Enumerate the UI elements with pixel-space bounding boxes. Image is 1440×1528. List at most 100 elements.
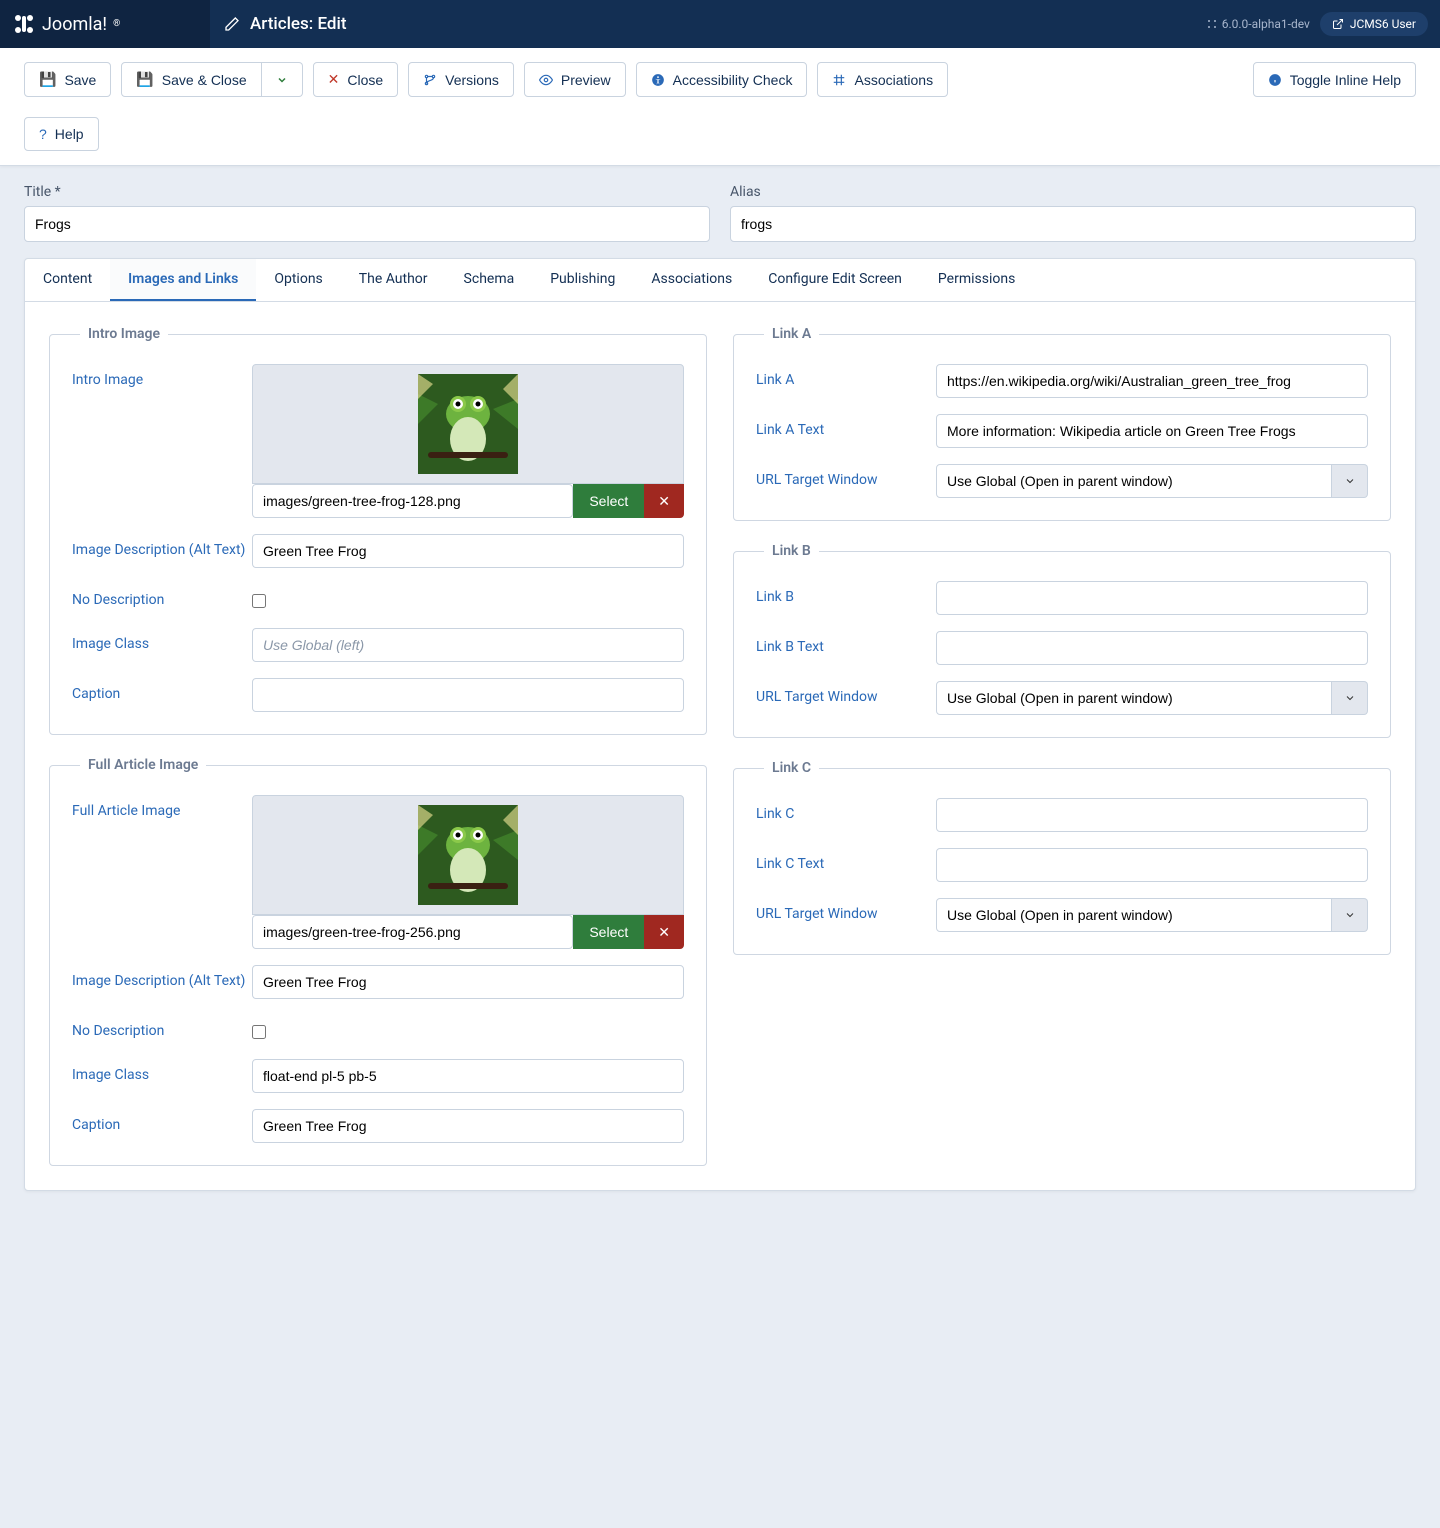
joomla-icon <box>12 12 36 36</box>
tab-permissions[interactable]: Permissions <box>920 259 1033 301</box>
intro-image-select[interactable]: Select <box>573 484 644 518</box>
link-a-target-select[interactable]: Use Global (Open in parent window) <box>936 464 1332 498</box>
tab-options[interactable]: Options <box>256 259 340 301</box>
title-input[interactable] <box>24 206 710 242</box>
chevron-down-icon <box>1332 464 1368 498</box>
link-a-url-input[interactable] <box>936 364 1368 398</box>
alias-label: Alias <box>730 184 1416 200</box>
link-a-text-input[interactable] <box>936 414 1368 448</box>
tab-configure[interactable]: Configure Edit Screen <box>750 259 920 301</box>
link-b-url-label: Link B <box>756 581 936 605</box>
title-label: Title * <box>24 184 710 200</box>
full-alt-label: Image Description (Alt Text) <box>72 965 252 989</box>
eye-icon <box>539 73 553 87</box>
full-caption-input[interactable] <box>252 1109 684 1143</box>
link-c-legend: Link C <box>764 760 819 776</box>
link-b-legend: Link B <box>764 543 819 559</box>
link-a-url-label: Link A <box>756 364 936 388</box>
close-icon: ✕ <box>328 71 340 88</box>
tab-publishing[interactable]: Publishing <box>532 259 633 301</box>
accessibility-button[interactable]: Accessibility Check <box>636 62 808 97</box>
save-dropdown[interactable] <box>262 62 303 97</box>
user-menu[interactable]: JCMS6 User <box>1320 12 1428 36</box>
edit-icon <box>224 16 240 32</box>
versions-button[interactable]: Versions <box>408 62 514 97</box>
title-row: Title * Alias <box>0 166 1440 250</box>
full-image-label: Full Article Image <box>72 795 252 819</box>
link-c-url-input[interactable] <box>936 798 1368 832</box>
intro-image-preview <box>252 364 684 484</box>
info-icon <box>1268 73 1282 87</box>
full-image-select[interactable]: Select <box>573 915 644 949</box>
link-c-text-input[interactable] <box>936 848 1368 882</box>
tabs: Content Images and Links Options The Aut… <box>25 259 1415 302</box>
link-a-fieldset: Link A Link A Link A Text URL Target Win… <box>733 326 1391 521</box>
associations-icon <box>832 73 846 87</box>
link-a-legend: Link A <box>764 326 819 342</box>
associations-button[interactable]: Associations <box>817 62 948 97</box>
close-button[interactable]: ✕Close <box>313 62 399 97</box>
intro-class-input[interactable] <box>252 628 684 662</box>
intro-image-fieldset: Intro Image Intro Image Select ✕ <box>49 326 707 735</box>
intro-nodesc-label: No Description <box>72 584 252 608</box>
link-b-target-select[interactable]: Use Global (Open in parent window) <box>936 681 1332 715</box>
link-b-text-input[interactable] <box>936 631 1368 665</box>
external-icon <box>1332 18 1344 30</box>
save-icon: 💾 <box>39 71 56 88</box>
link-a-text-label: Link A Text <box>756 414 936 438</box>
full-class-label: Image Class <box>72 1059 252 1083</box>
intro-class-label: Image Class <box>72 628 252 652</box>
full-image-preview <box>252 795 684 915</box>
full-image-clear[interactable]: ✕ <box>644 915 684 949</box>
chevron-down-icon <box>1332 681 1368 715</box>
intro-caption-input[interactable] <box>252 678 684 712</box>
toggle-help-button[interactable]: Toggle Inline Help <box>1253 62 1416 97</box>
full-nodesc-label: No Description <box>72 1015 252 1039</box>
version-label: 6.0.0-alpha1-dev <box>1206 17 1310 31</box>
save-close-button[interactable]: 💾Save & Close <box>121 62 261 97</box>
toolbar: 💾Save 💾Save & Close ✕Close Versions Prev… <box>0 48 1440 166</box>
intro-alt-label: Image Description (Alt Text) <box>72 534 252 558</box>
preview-button[interactable]: Preview <box>524 62 626 97</box>
full-caption-label: Caption <box>72 1109 252 1133</box>
full-alt-input[interactable] <box>252 965 684 999</box>
link-b-text-label: Link B Text <box>756 631 936 655</box>
full-nodesc-checkbox[interactable] <box>252 1025 266 1039</box>
chevron-down-icon <box>1332 898 1368 932</box>
alias-input[interactable] <box>730 206 1416 242</box>
tab-schema[interactable]: Schema <box>446 259 533 301</box>
link-b-fieldset: Link B Link B Link B Text URL Target Win… <box>733 543 1391 738</box>
intro-caption-label: Caption <box>72 678 252 702</box>
help-button[interactable]: ?Help <box>24 117 99 151</box>
tab-author[interactable]: The Author <box>341 259 446 301</box>
chevron-down-icon <box>276 74 288 86</box>
intro-image-input[interactable] <box>252 484 573 518</box>
link-a-target-label: URL Target Window <box>756 464 936 488</box>
save-icon: 💾 <box>136 71 153 88</box>
intro-image-label: Intro Image <box>72 364 252 388</box>
link-c-fieldset: Link C Link C Link C Text URL Target Win… <box>733 760 1391 955</box>
accessibility-icon <box>651 73 665 87</box>
full-image-fieldset: Full Article Image Full Article Image Se… <box>49 757 707 1166</box>
link-c-target-select[interactable]: Use Global (Open in parent window) <box>936 898 1332 932</box>
tab-content[interactable]: Content <box>25 259 110 301</box>
tab-images-links[interactable]: Images and Links <box>110 259 256 301</box>
intro-image-legend: Intro Image <box>80 326 168 342</box>
link-c-url-label: Link C <box>756 798 936 822</box>
page-title: Articles: Edit <box>250 14 346 34</box>
link-c-target-label: URL Target Window <box>756 898 936 922</box>
branch-icon <box>423 73 437 87</box>
main-panel: Content Images and Links Options The Aut… <box>24 258 1416 1191</box>
full-class-input[interactable] <box>252 1059 684 1093</box>
brand-logo[interactable]: Joomla!® <box>0 0 210 48</box>
link-c-text-label: Link C Text <box>756 848 936 872</box>
intro-image-clear[interactable]: ✕ <box>644 484 684 518</box>
save-button[interactable]: 💾Save <box>24 62 111 97</box>
tab-associations[interactable]: Associations <box>633 259 750 301</box>
link-b-url-input[interactable] <box>936 581 1368 615</box>
full-image-input[interactable] <box>252 915 573 949</box>
intro-nodesc-checkbox[interactable] <box>252 594 266 608</box>
intro-alt-input[interactable] <box>252 534 684 568</box>
help-icon: ? <box>39 126 47 142</box>
header-bar: Joomla!® Articles: Edit 6.0.0-alpha1-dev… <box>0 0 1440 48</box>
